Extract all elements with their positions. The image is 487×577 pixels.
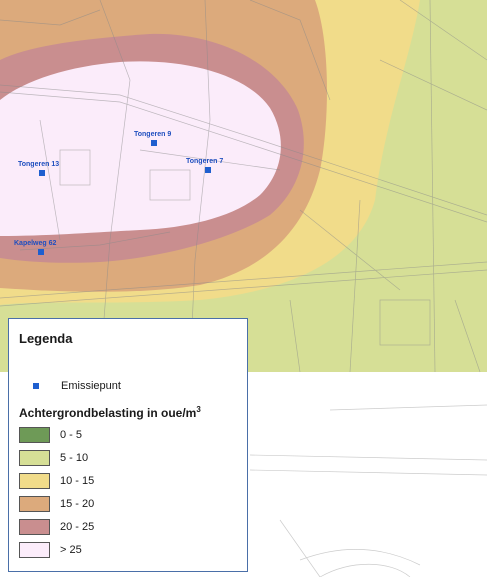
legend-class-swatch — [19, 473, 50, 489]
legend-class-label: 5 - 10 — [60, 452, 89, 464]
legend-class-swatch — [19, 496, 50, 512]
legend-class-label: > 25 — [60, 544, 82, 556]
emission-point-label: Tongeren 7 — [186, 158, 223, 165]
legend-class-label: 15 - 20 — [60, 498, 95, 510]
legend-emission-label: Emissiepunt — [61, 380, 121, 392]
legend-background-title: Achtergrondbelasting in oue/m3 — [19, 405, 201, 420]
legend-class-label: 10 - 15 — [60, 475, 95, 487]
emission-point-label: Tongeren 9 — [134, 131, 171, 138]
legend-background-title-text: Achtergrondbelasting in oue/m — [19, 406, 197, 420]
legend-class-swatch — [19, 542, 50, 558]
legend-class-swatch — [19, 450, 50, 466]
emission-point-symbol-icon — [33, 383, 39, 389]
emission-point-label: Tongeren 13 — [18, 161, 59, 168]
emission-point-marker — [39, 170, 45, 176]
legend-class-label: 0 - 5 — [60, 429, 83, 441]
emission-point-marker — [151, 140, 157, 146]
legend-background-unit-superscript: 3 — [196, 405, 201, 414]
legend-title: Legenda — [19, 331, 73, 346]
legend-class-swatch — [19, 427, 50, 443]
legend-class-label: 20 - 25 — [60, 521, 95, 533]
emission-point-marker — [38, 249, 44, 255]
map-legend: Legenda Emissiepunt Achtergrondbelasting… — [8, 318, 248, 572]
legend-class-swatch — [19, 519, 50, 535]
emission-point-label: Kapelweg 62 — [14, 240, 57, 247]
emission-point-marker — [205, 167, 211, 173]
